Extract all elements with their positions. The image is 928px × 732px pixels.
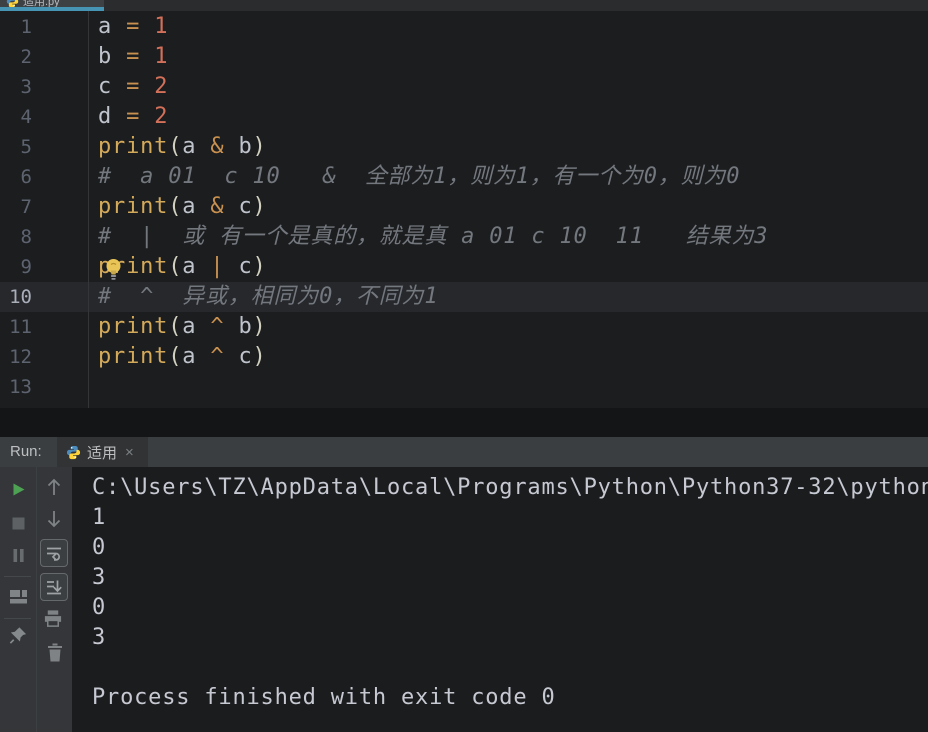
scroll-to-end-icon[interactable]: [40, 573, 68, 601]
toolbar-divider: [4, 618, 31, 619]
run-panel-label: Run:: [10, 437, 42, 467]
pin-tab-icon[interactable]: [8, 625, 28, 645]
code-text: print(a ^ c): [98, 342, 267, 372]
run-tool-window-header: Run: 适用 ×: [0, 437, 928, 467]
console-line: 0: [92, 533, 928, 563]
soft-wrap-icon[interactable]: [40, 539, 68, 567]
code-line[interactable]: 2 b = 1: [0, 42, 928, 72]
rerun-icon[interactable]: [8, 479, 28, 499]
run-config-tab[interactable]: 适用 ×: [57, 437, 148, 467]
code-editor[interactable]: 1 a = 1 2 b = 1 3 c = 2 4 d = 2 5 print(a & b) 6 # …: [0, 11, 928, 408]
code-text: # a 01 c 10 & 全部为1，则为1，有一个为0，则为0: [98, 162, 740, 192]
line-number[interactable]: 6: [0, 162, 32, 192]
code-line[interactable]: 11 print(a ^ b): [0, 312, 928, 342]
code-text: d = 2: [98, 102, 168, 132]
console-line: 0: [92, 593, 928, 623]
code-line[interactable]: 9 print(a | c): [0, 252, 928, 282]
pause-output-icon[interactable]: [8, 545, 28, 565]
console-line: [92, 653, 928, 683]
code-line[interactable]: 4 d = 2: [0, 102, 928, 132]
editor-bottom-strip: [0, 408, 928, 437]
code-text: print(a & b): [98, 132, 267, 162]
console-line: Process finished with exit code 0: [92, 683, 928, 713]
line-number[interactable]: 4: [0, 102, 32, 132]
console-toolbar: [0, 467, 72, 732]
console-line: C:\Users\TZ\AppData\Local\Programs\Pytho…: [92, 473, 928, 503]
line-number[interactable]: 12: [0, 342, 32, 372]
clear-all-icon[interactable]: [45, 642, 65, 662]
restore-layout-icon[interactable]: [8, 586, 28, 606]
code-line[interactable]: 8 # | 或 有一个是真的，就是真 a 01 c 10 11 结果为3: [0, 222, 928, 252]
line-number[interactable]: 8: [0, 222, 32, 252]
line-number[interactable]: 10: [0, 282, 32, 312]
code-line[interactable]: 5 print(a & b): [0, 132, 928, 162]
code-text: print(a & c): [98, 192, 267, 222]
line-number[interactable]: 2: [0, 42, 32, 72]
console-line: 3: [92, 623, 928, 653]
intention-bulb-icon[interactable]: [104, 257, 123, 282]
code-text: c = 2: [98, 72, 168, 102]
python-icon: [66, 445, 81, 460]
line-number[interactable]: 11: [0, 312, 32, 342]
console-line: 3: [92, 563, 928, 593]
code-text: # | 或 有一个是真的，就是真 a 01 c 10 11 结果为3: [98, 222, 768, 252]
editor-tab-bar: 适用.py: [0, 0, 928, 11]
gutter-separator: [88, 11, 89, 408]
code-text: print(a | c): [98, 252, 267, 282]
down-stack-trace-icon[interactable]: [44, 509, 64, 529]
code-line[interactable]: 12 print(a ^ c): [0, 342, 928, 372]
code-line[interactable]: 1 a = 1: [0, 12, 928, 42]
console-output[interactable]: C:\Users\TZ\AppData\Local\Programs\Pytho…: [72, 467, 928, 732]
toolbar-divider: [4, 576, 31, 577]
code-line[interactable]: 6 # a 01 c 10 & 全部为1，则为1，有一个为0，则为0: [0, 162, 928, 192]
run-tab-label: 适用: [87, 442, 117, 463]
stop-icon[interactable]: [8, 513, 28, 533]
line-number[interactable]: 13: [0, 372, 32, 402]
console-line: 1: [92, 503, 928, 533]
code-line[interactable]: 13: [0, 372, 928, 402]
run-tool-window: C:\Users\TZ\AppData\Local\Programs\Pytho…: [0, 467, 928, 732]
code-line[interactable]: 7 print(a & c): [0, 192, 928, 222]
line-number[interactable]: 1: [0, 12, 32, 42]
code-text: a = 1: [98, 12, 168, 42]
code-text: print(a ^ b): [98, 312, 267, 342]
code-line[interactable]: 10 # ^ 异或，相同为0，不同为1: [0, 282, 928, 312]
up-stack-trace-icon[interactable]: [44, 477, 64, 497]
code-text: # ^ 异或，相同为0，不同为1: [98, 282, 438, 312]
line-number[interactable]: 3: [0, 72, 32, 102]
line-number[interactable]: 9: [0, 252, 32, 282]
close-icon[interactable]: ×: [125, 444, 134, 461]
print-icon[interactable]: [43, 608, 63, 628]
code-line[interactable]: 3 c = 2: [0, 72, 928, 102]
code-text: b = 1: [98, 42, 168, 72]
line-number[interactable]: 5: [0, 132, 32, 162]
file-tab[interactable]: 适用.py: [0, 0, 104, 11]
toolbar-separator: [36, 467, 37, 732]
line-number[interactable]: 7: [0, 192, 32, 222]
